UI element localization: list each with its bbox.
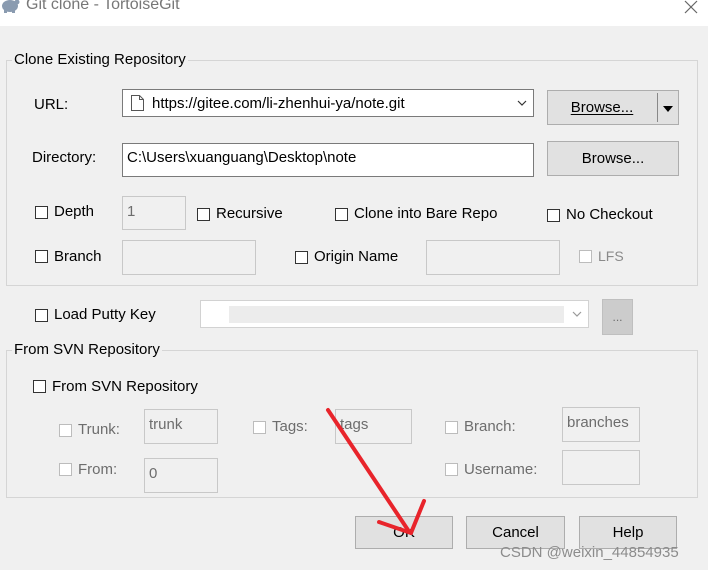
- no-checkout-checkbox[interactable]: [547, 209, 560, 222]
- help-label: Help: [612, 524, 644, 541]
- browse-directory-button[interactable]: Browse...: [547, 141, 679, 176]
- lfs-label: LFS: [598, 248, 624, 264]
- dropdown-arrow-icon[interactable]: [662, 105, 674, 113]
- no-checkout-label: No Checkout: [566, 206, 653, 223]
- branch-label: Branch: [54, 248, 102, 265]
- branch-field[interactable]: [122, 240, 256, 275]
- ok-button[interactable]: OK: [355, 516, 453, 549]
- browse-url-split-button[interactable]: Browse...: [547, 90, 679, 125]
- origin-name-checkbox[interactable]: [295, 251, 308, 264]
- from-label: From:: [78, 461, 118, 478]
- branch-checkbox[interactable]: [35, 250, 48, 263]
- depth-checkbox[interactable]: [35, 206, 48, 219]
- url-value: https://gitee.com/li-zhenhui-ya/note.git: [152, 94, 405, 112]
- bare-repo-checkbox[interactable]: [335, 208, 348, 221]
- window-title-area: Git clone - TortoiseGit: [0, 0, 180, 14]
- from-svn-checkbox[interactable]: [33, 380, 46, 393]
- lfs-checkbox[interactable]: [579, 250, 592, 263]
- file-icon: [131, 95, 144, 111]
- tags-field[interactable]: tags: [335, 409, 412, 444]
- close-icon[interactable]: [680, 0, 702, 18]
- load-putty-key-checkbox[interactable]: [35, 309, 48, 322]
- cancel-label: Cancel: [492, 524, 539, 541]
- chevron-down-icon[interactable]: [572, 311, 582, 317]
- url-label: URL:: [34, 96, 69, 113]
- from-svn-label: From SVN Repository: [52, 378, 198, 395]
- from-checkbox[interactable]: [59, 463, 72, 476]
- title-bar: Git clone - TortoiseGit: [0, 0, 708, 22]
- bare-repo-label: Clone into Bare Repo: [354, 205, 498, 222]
- csdn-watermark: CSDN @weixin_44854935: [500, 544, 679, 561]
- putty-key-value: [229, 306, 564, 323]
- from-field[interactable]: 0: [144, 458, 218, 493]
- directory-field[interactable]: C:\Users\xuanguang\Desktop\note: [122, 143, 534, 177]
- depth-field[interactable]: 1: [122, 196, 186, 230]
- origin-name-field[interactable]: [426, 240, 560, 275]
- clone-existing-group-title: Clone Existing Repository: [12, 51, 188, 68]
- directory-label: Directory:: [32, 149, 97, 166]
- username-field[interactable]: [562, 450, 640, 485]
- username-label: Username:: [464, 461, 538, 478]
- svn-branch-label: Branch:: [464, 418, 516, 435]
- tags-value: tags: [340, 416, 369, 433]
- split-divider: [657, 93, 658, 122]
- ok-label: OK: [393, 524, 415, 541]
- svn-branch-checkbox[interactable]: [445, 421, 458, 434]
- tags-checkbox[interactable]: [253, 421, 266, 434]
- username-checkbox[interactable]: [445, 463, 458, 476]
- trunk-checkbox[interactable]: [59, 424, 72, 437]
- origin-name-label: Origin Name: [314, 248, 399, 265]
- browse-directory-label: Browse...: [581, 150, 645, 167]
- trunk-field[interactable]: trunk: [144, 409, 218, 444]
- window-title: Git clone - TortoiseGit: [26, 0, 180, 13]
- directory-value: C:\Users\xuanguang\Desktop\note: [127, 149, 357, 166]
- putty-key-combobox[interactable]: [200, 300, 589, 328]
- svn-branch-value: branches: [567, 414, 629, 431]
- trunk-value: trunk: [149, 416, 183, 433]
- chevron-down-icon[interactable]: [517, 100, 527, 106]
- from-value: 0: [149, 465, 158, 482]
- svn-branch-field[interactable]: branches: [562, 407, 640, 442]
- tags-label: Tags:: [272, 418, 308, 435]
- svn-group-title: From SVN Repository: [12, 341, 162, 358]
- browse-url-label: Browse...: [570, 99, 634, 116]
- depth-value: 1: [127, 203, 136, 220]
- depth-label: Depth: [54, 203, 95, 220]
- url-combobox[interactable]: https://gitee.com/li-zhenhui-ya/note.git: [122, 89, 534, 117]
- recursive-checkbox[interactable]: [197, 208, 210, 221]
- load-putty-key-label: Load Putty Key: [54, 306, 156, 323]
- trunk-label: Trunk:: [78, 421, 120, 438]
- putty-key-browse-button[interactable]: ...: [602, 299, 633, 335]
- tortoisegit-logo-icon: [0, 0, 20, 14]
- recursive-label: Recursive: [216, 205, 283, 222]
- putty-key-browse-label: ...: [612, 310, 623, 324]
